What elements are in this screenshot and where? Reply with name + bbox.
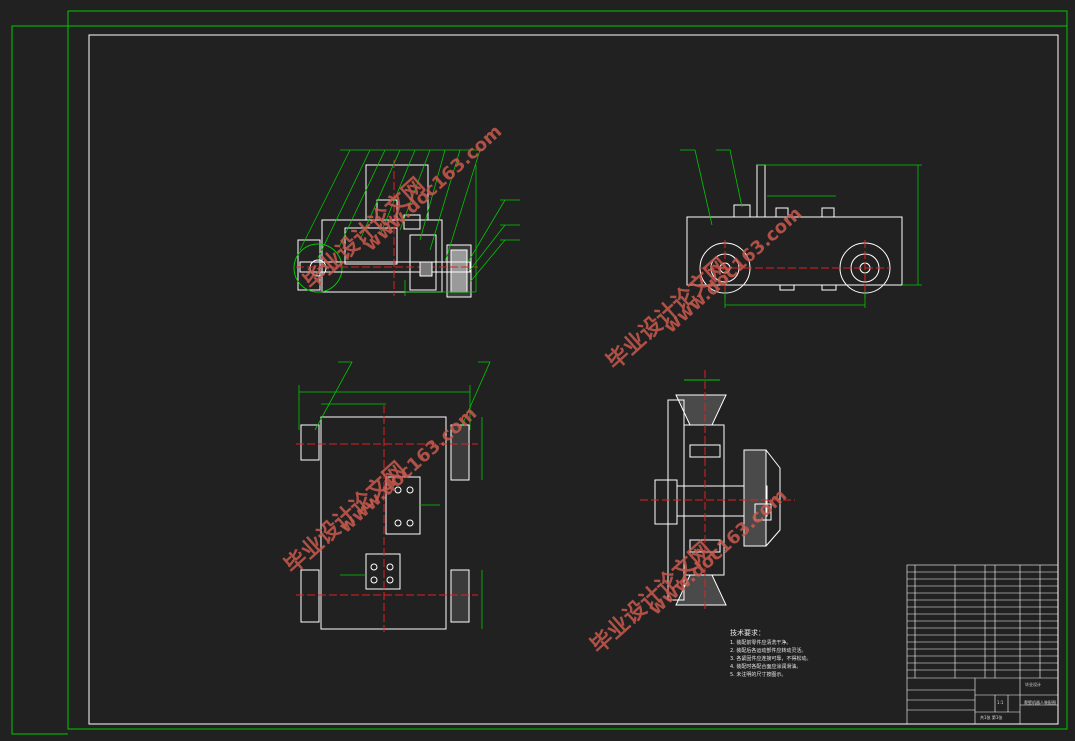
technical-requirement-item: 5. 未注明的尺寸按图示。 bbox=[730, 672, 787, 678]
technical-requirement-item: 1. 装配前零件应清洗干净。 bbox=[730, 640, 792, 646]
technical-requirements: 技术要求： 1. 装配前零件应清洗干净。 2. 装配后各运动部件应转动灵活。 3… bbox=[730, 629, 811, 679]
title-block-drawing-name: 爬壁机器人装配图 bbox=[1024, 700, 1056, 705]
title-block-sheet: 共1张 第1张 bbox=[980, 715, 1003, 720]
title-block-scale: 1:1 bbox=[997, 700, 1004, 705]
technical-requirement-item: 2. 装配后各运动部件应转动灵活。 bbox=[730, 648, 807, 654]
technical-requirement-item: 4. 装配时各配合面应涂润滑油。 bbox=[730, 664, 802, 670]
title-block-school: 毕业设计 bbox=[1025, 682, 1041, 687]
cad-drawing bbox=[11, 10, 1068, 735]
technical-requirements-title: 技术要求： bbox=[730, 629, 765, 637]
drawing-frame bbox=[11, 10, 1068, 735]
technical-requirement-item: 3. 各紧固件应连接可靠，不得松动。 bbox=[730, 656, 812, 662]
